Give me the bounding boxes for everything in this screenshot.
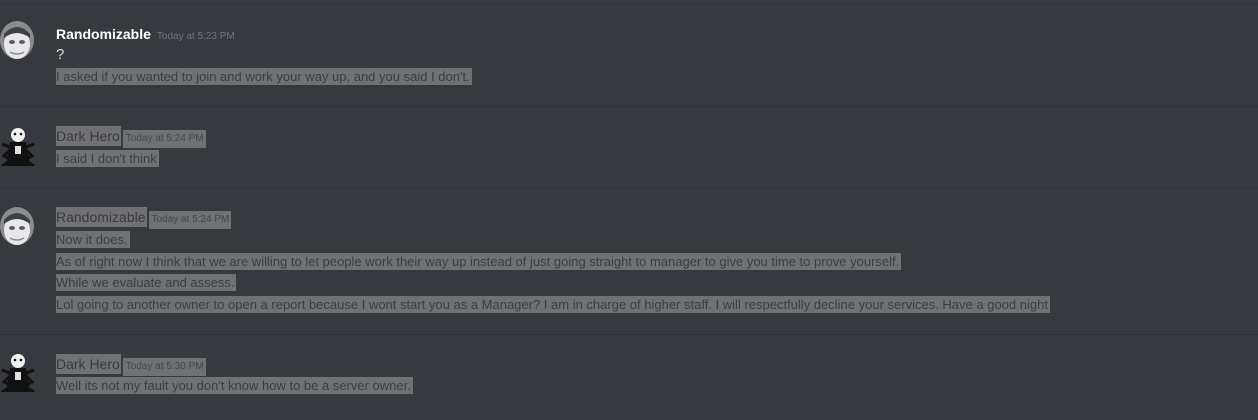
avatar-face-icon [0, 21, 34, 59]
avatar-face-icon [0, 207, 34, 245]
chat-messages: Randomizable Today at 5:23 PM ? I asked … [0, 0, 1258, 420]
avatar[interactable] [0, 20, 36, 60]
message-text: Lol going to another owner to open a rep… [56, 296, 1050, 313]
message-text: Well its not my fault you don't know how… [56, 377, 413, 394]
message-text: I asked if you wanted to join and work y… [56, 68, 472, 85]
divider [0, 4, 1258, 5]
message-text: As of right now I think that we are will… [56, 253, 902, 270]
message-text: Now it does. [56, 231, 130, 248]
message-text: ? [56, 46, 65, 63]
avatar[interactable] [0, 352, 36, 392]
avatar-dark-figure-icon [1, 128, 35, 166]
username[interactable]: Randomizable [56, 24, 152, 44]
timestamp: Today at 5:24 PM [148, 211, 232, 229]
message-header: Dark Hero Today at 5:30 PM [56, 354, 206, 376]
avatar-dark-figure-icon [1, 354, 35, 392]
message-text: While we evaluate and assess. [56, 274, 237, 291]
avatar[interactable] [0, 126, 36, 166]
message-header: Randomizable Today at 5:24 PM [56, 207, 232, 229]
message-header: Dark Hero Today at 5:24 PM [56, 126, 206, 148]
message-text: I said I don't think [56, 150, 159, 167]
divider [0, 334, 1258, 335]
username[interactable]: Dark Hero [56, 354, 121, 374]
timestamp: Today at 5:30 PM [122, 358, 206, 376]
timestamp: Today at 5:23 PM [156, 31, 235, 42]
avatar[interactable] [0, 206, 36, 246]
timestamp: Today at 5:24 PM [122, 130, 206, 148]
message-header: Randomizable Today at 5:23 PM [56, 24, 237, 44]
username[interactable]: Dark Hero [56, 126, 121, 146]
username[interactable]: Randomizable [56, 207, 147, 227]
divider [0, 188, 1258, 189]
divider [0, 106, 1258, 107]
